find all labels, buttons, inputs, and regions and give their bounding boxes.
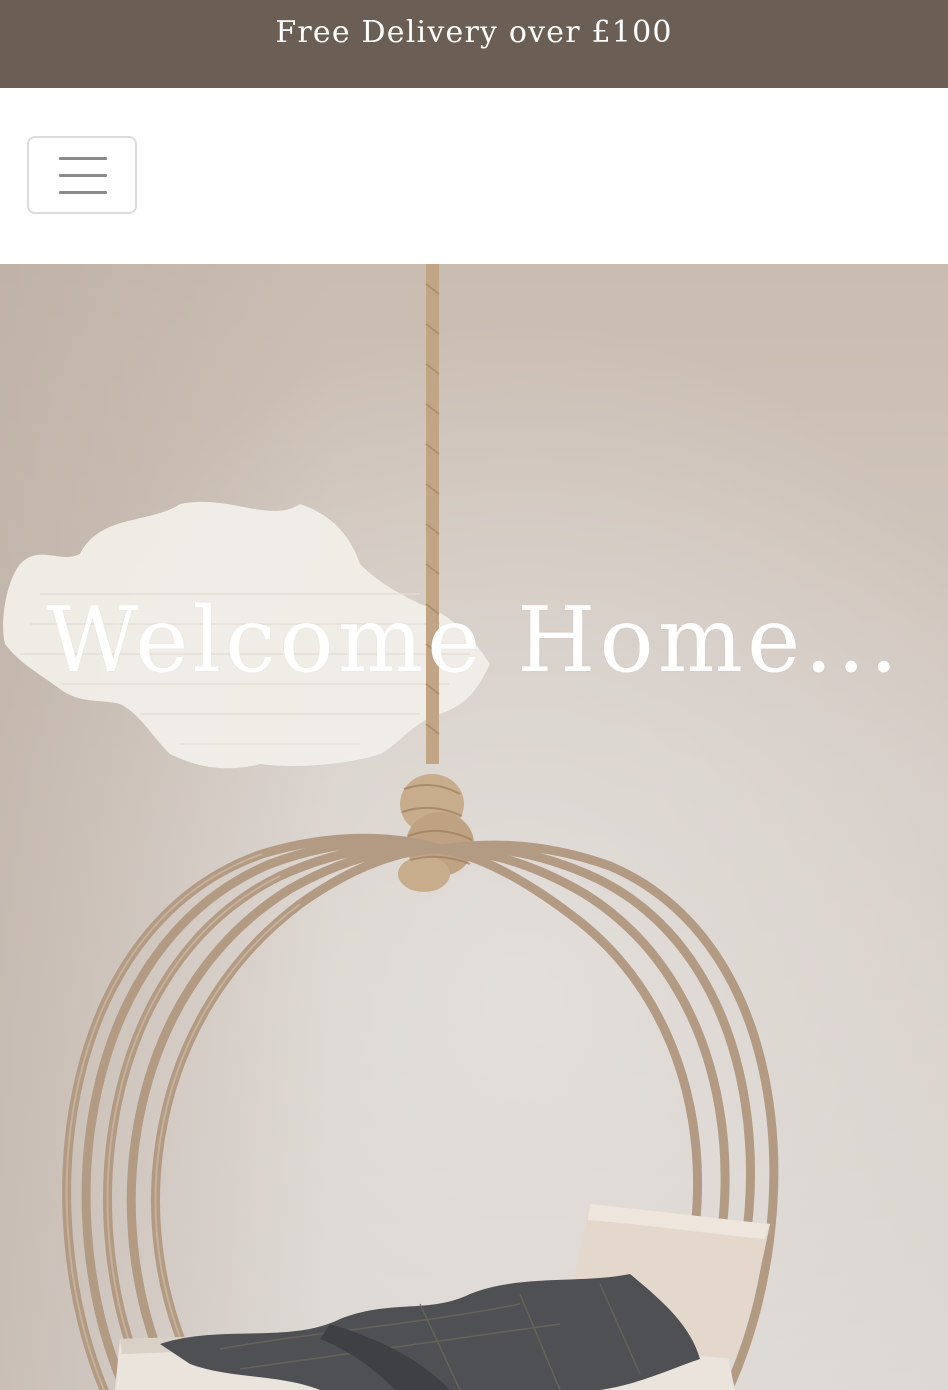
hamburger-icon: [59, 157, 107, 195]
hero-image: [0, 264, 948, 1390]
menu-toggle-button[interactable]: [27, 136, 137, 214]
promo-banner: Free Delivery over £100: [0, 0, 948, 88]
site-header: [0, 88, 948, 264]
promo-text: Free Delivery over £100: [275, 15, 673, 50]
hero-title: Welcome Home...: [45, 588, 903, 693]
hero-banner: Welcome Home...: [0, 264, 948, 1390]
